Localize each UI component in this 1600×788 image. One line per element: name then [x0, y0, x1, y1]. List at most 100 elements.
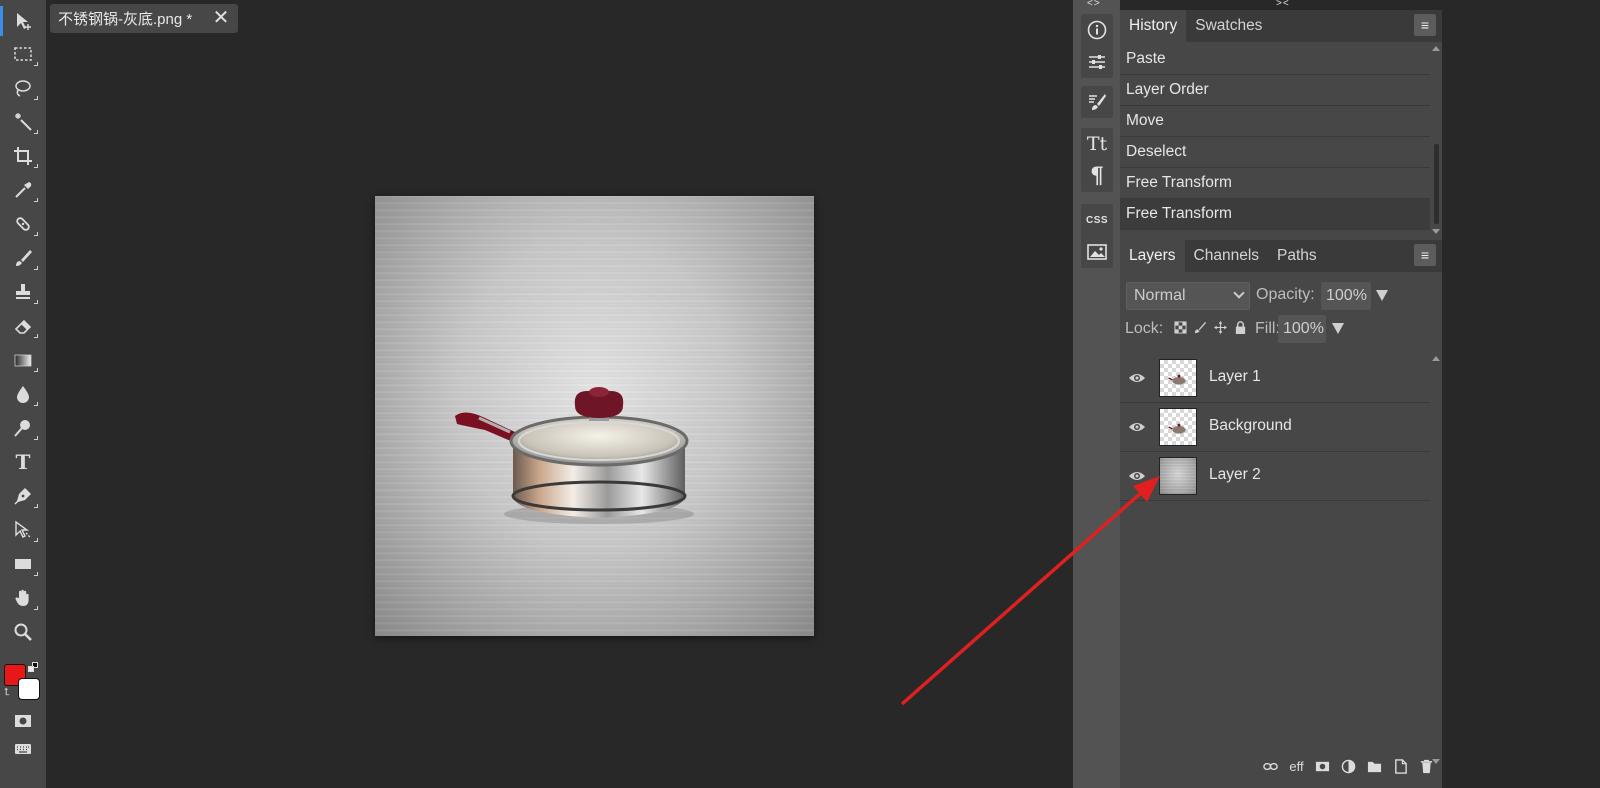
layer-thumbnail	[1159, 408, 1197, 446]
shape-tool-icon[interactable]	[8, 551, 38, 577]
type-tool-icon[interactable]: T	[8, 449, 38, 475]
healing-tool-icon[interactable]	[8, 211, 38, 237]
layer-name[interactable]: Layer 2	[1209, 466, 1261, 484]
paragraph-icon[interactable]: ¶	[1081, 160, 1113, 192]
gradient-tool-icon[interactable]	[8, 347, 38, 373]
folder-icon[interactable]	[1366, 758, 1383, 775]
opacity-field[interactable]: 100%	[1321, 282, 1371, 310]
photopea-app: T ⮤ 不锈钢锅-灰底.png * ✕ <> Tt ¶ CSS >< Histo…	[0, 0, 1600, 788]
css-icon[interactable]: CSS	[1081, 204, 1113, 236]
layers-scrollbar[interactable]	[1432, 354, 1442, 764]
quick-mask-icon[interactable]	[8, 708, 38, 734]
lasso-tool-icon[interactable]	[8, 75, 38, 101]
swap-colors-icon[interactable]	[28, 662, 38, 672]
hand-tool-icon[interactable]	[8, 585, 38, 611]
expand-panels-icon[interactable]: <>	[1087, 0, 1101, 9]
chevron-down-icon	[1233, 287, 1245, 299]
tab-layers[interactable]: Layers	[1120, 240, 1185, 272]
layer-name[interactable]: Background	[1209, 417, 1292, 435]
effects-icon[interactable]: eff	[1288, 758, 1305, 775]
layer-thumbnail	[1159, 457, 1197, 495]
layers-list: Layer 1 Background Layer 2	[1120, 354, 1430, 501]
mask-icon[interactable]	[1314, 758, 1331, 775]
magic-wand-tool-icon[interactable]	[8, 109, 38, 135]
blur-tool-icon[interactable]	[8, 381, 38, 407]
panel-icon-column: <> Tt ¶ CSS	[1073, 0, 1120, 788]
layers-menu-icon[interactable]: ≡	[1414, 244, 1436, 266]
adjustments-icon[interactable]	[1081, 46, 1113, 78]
layers-bottom-bar: eff	[1262, 758, 1435, 775]
zoom-tool-icon[interactable]	[8, 619, 38, 645]
eyedropper-tool-icon[interactable]	[8, 177, 38, 203]
lock-pixels-icon[interactable]	[1193, 320, 1207, 334]
info-icon[interactable]	[1081, 14, 1113, 46]
history-item[interactable]: Layer Order	[1120, 75, 1430, 106]
tab-paths[interactable]: Paths	[1268, 240, 1326, 272]
layers-tabbar: Layers Channels Paths ≡	[1120, 240, 1442, 272]
layer-name[interactable]: Layer 1	[1209, 368, 1261, 386]
layer-row[interactable]: Background	[1120, 403, 1430, 452]
delete-icon[interactable]	[1418, 758, 1435, 775]
pen-tool-icon[interactable]	[8, 483, 38, 509]
collapse-panels-icon[interactable]: ><	[1276, 0, 1290, 9]
fill-slider-icon[interactable]	[1332, 323, 1344, 334]
tab-swatches[interactable]: Swatches	[1186, 10, 1271, 42]
stamp-tool-icon[interactable]	[8, 279, 38, 305]
lock-all-icon[interactable]	[1233, 320, 1247, 334]
lock-position-icon[interactable]	[1213, 320, 1227, 334]
lock-label: Lock:	[1125, 320, 1164, 337]
keyboard-icon[interactable]	[8, 736, 38, 762]
layer-row[interactable]: Layer 2	[1120, 452, 1430, 501]
marquee-tool-icon[interactable]	[8, 41, 38, 67]
brush-tool-icon[interactable]	[8, 245, 38, 271]
layer-thumbnail	[1159, 359, 1197, 397]
reset-colors-icon[interactable]: ⮤	[4, 688, 14, 698]
document-tab[interactable]: 不锈钢锅-灰底.png * ✕	[50, 4, 238, 33]
link-icon[interactable]	[1262, 758, 1279, 775]
image-icon[interactable]	[1081, 236, 1113, 268]
history-scrollbar[interactable]	[1432, 44, 1442, 234]
new-layer-icon[interactable]	[1392, 758, 1409, 775]
dodge-tool-icon[interactable]	[8, 415, 38, 441]
blend-mode-select[interactable]: Normal	[1126, 282, 1250, 310]
document-tab-title: 不锈钢锅-灰底.png *	[58, 11, 193, 28]
adjustment-layer-icon[interactable]	[1340, 758, 1357, 775]
close-icon[interactable]: ✕	[212, 8, 230, 28]
info-adjust-group	[1081, 14, 1113, 78]
history-item[interactable]: Deselect	[1120, 137, 1430, 168]
brush-settings-group	[1081, 86, 1113, 118]
eye-icon[interactable]	[1128, 370, 1146, 386]
lock-icons	[1173, 320, 1247, 334]
history-menu-icon[interactable]: ≡	[1414, 14, 1436, 36]
opacity-slider-icon[interactable]	[1376, 290, 1388, 301]
layer-row[interactable]: Layer 1	[1120, 354, 1430, 403]
fill-field[interactable]: 100%	[1278, 315, 1326, 343]
character-icon[interactable]: Tt	[1081, 128, 1113, 160]
move-tool-icon[interactable]	[0, 6, 38, 36]
eraser-tool-icon[interactable]	[8, 313, 38, 339]
opacity-label: Opacity:	[1256, 286, 1315, 303]
history-item[interactable]: Paste	[1120, 44, 1430, 75]
history-item[interactable]: Free Transform	[1120, 168, 1430, 199]
blend-mode-value: Normal	[1134, 287, 1186, 304]
tab-history[interactable]: History	[1120, 10, 1187, 42]
tab-channels[interactable]: Channels	[1185, 240, 1269, 272]
empty-area	[1442, 0, 1600, 788]
brush-settings-icon[interactable]	[1081, 86, 1113, 118]
css-image-group: CSS	[1081, 204, 1113, 268]
path-select-tool-icon[interactable]	[8, 517, 38, 543]
lock-transparency-icon[interactable]	[1173, 320, 1187, 334]
canvas-area[interactable]	[46, 36, 1073, 788]
fill-label: Fill:	[1255, 320, 1280, 337]
background-color-swatch[interactable]	[18, 678, 40, 700]
eye-icon[interactable]	[1128, 468, 1146, 484]
crop-tool-icon[interactable]	[8, 143, 38, 169]
eye-icon[interactable]	[1128, 419, 1146, 435]
tools-toolbar: T ⮤	[0, 0, 46, 788]
cooking-pot-image	[455, 387, 694, 524]
document-canvas[interactable]	[375, 196, 814, 636]
history-item[interactable]: Move	[1120, 106, 1430, 137]
history-item[interactable]: Free Transform	[1120, 199, 1430, 230]
history-list: Paste Layer Order Move Deselect Free Tra…	[1120, 44, 1430, 230]
history-tabbar: History Swatches ≡	[1120, 10, 1442, 42]
